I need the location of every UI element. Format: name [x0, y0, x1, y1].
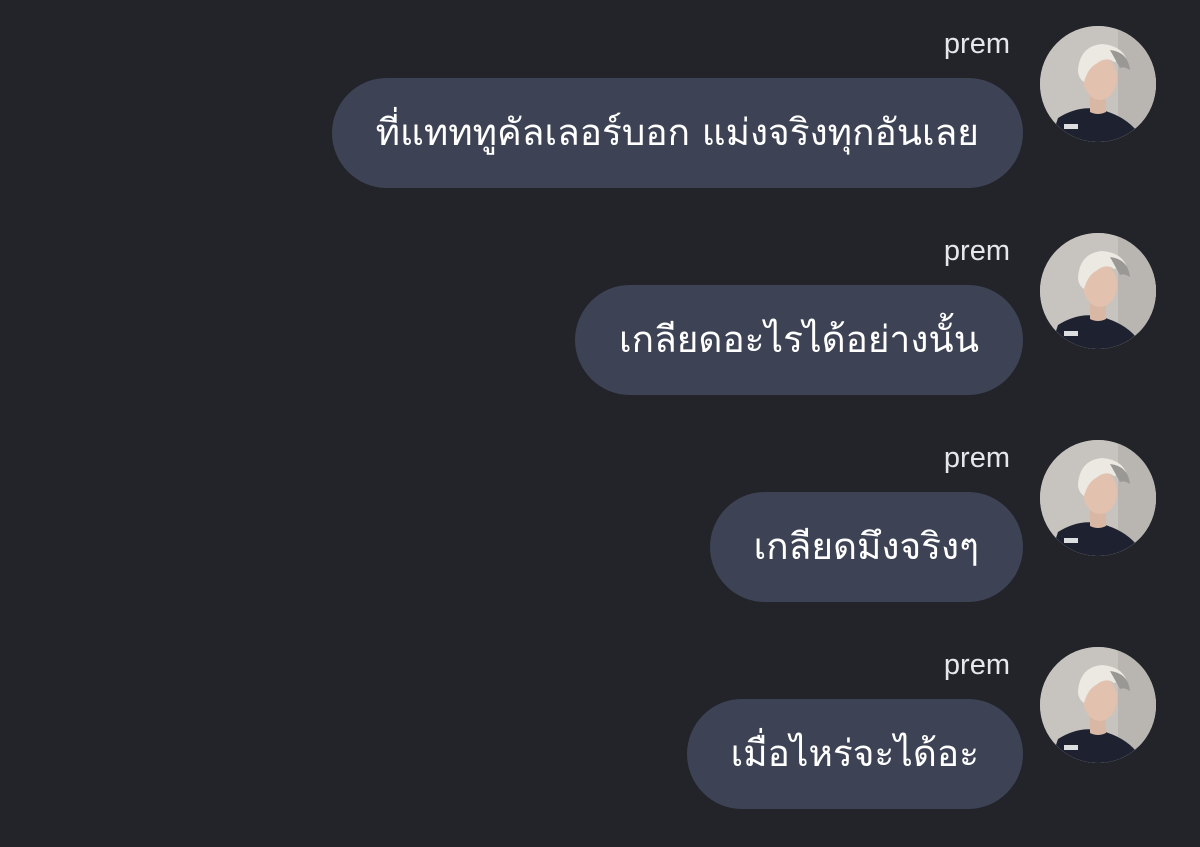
user-photo-avatar-icon	[1040, 26, 1156, 142]
sender-name: prem	[943, 442, 1010, 474]
message-bubble[interactable]: ที่แทททูคัลเลอร์บอก แม่งจริงทุกอันเลย	[331, 78, 1023, 188]
message-bubble[interactable]: เกลียดอะไรได้อย่างนั้น	[575, 285, 1023, 395]
user-photo-avatar-icon	[1040, 440, 1156, 556]
message-bubble[interactable]: เมื่อไหร่จะได้อะ	[686, 699, 1023, 809]
message-row: prem เกลียดอะไรได้อย่างนั้น	[0, 233, 1200, 433]
avatar[interactable]	[1040, 440, 1156, 556]
sender-name: prem	[943, 649, 1010, 681]
message-row: prem เกลียดมึงจริงๆ	[0, 440, 1200, 640]
user-photo-avatar-icon	[1040, 233, 1156, 349]
avatar[interactable]	[1040, 647, 1156, 763]
avatar[interactable]	[1040, 26, 1156, 142]
sender-name: prem	[943, 235, 1010, 267]
message-row: prem เมื่อไหร่จะได้อะ	[0, 647, 1200, 847]
message-row: prem ที่แทททูคัลเลอร์บอก แม่งจริงทุกอันเ…	[0, 26, 1200, 226]
avatar[interactable]	[1040, 233, 1156, 349]
user-photo-avatar-icon	[1040, 647, 1156, 763]
sender-name: prem	[943, 28, 1010, 60]
message-bubble[interactable]: เกลียดมึงจริงๆ	[709, 492, 1023, 602]
